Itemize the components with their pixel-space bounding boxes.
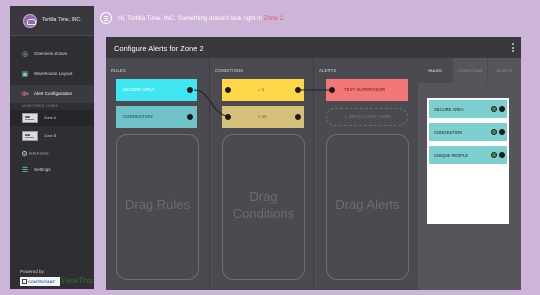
palette-item-unique-people[interactable]: UNIQUE PEOPLE xyxy=(429,146,507,164)
partner-logo: CONTEXTANT xyxy=(20,277,60,286)
brand-name: Tortilla Time, INC. xyxy=(42,17,82,23)
sidebar-item-overview-zones[interactable]: ◎ Overview Zones xyxy=(10,45,94,63)
sidebar-item-alert-configuration[interactable]: ⟴ Alert Configuration xyxy=(10,85,94,103)
tab-conditions[interactable]: CONDITIONS xyxy=(452,58,487,83)
palette-item-congestion[interactable]: CONGESTION xyxy=(429,123,507,141)
zone-label: Zone A xyxy=(44,116,57,120)
palette-list: SECURE AREA CONGESTION UNIQUE PEOPLE xyxy=(427,98,509,224)
status-dot xyxy=(491,106,497,112)
zone-item-a[interactable]: Zone A xyxy=(10,110,94,126)
tab-alerts[interactable]: ALERTS xyxy=(487,58,521,83)
palette-item-label: SECURE AREA xyxy=(434,107,464,112)
palette-item-secure-area[interactable]: SECURE AREA xyxy=(429,100,507,118)
tab-rules[interactable]: RULES xyxy=(418,58,452,83)
add-zone-button[interactable]: + Add A Zone xyxy=(22,151,49,156)
palette-item-label: UNIQUE PEOPLE xyxy=(434,153,469,158)
connector-dot[interactable] xyxy=(499,106,505,112)
zone-item-b[interactable]: Zone B xyxy=(10,128,94,144)
palette-item-label: CONGESTION xyxy=(434,130,463,135)
layout-icon: ▣ xyxy=(21,70,29,78)
plus-icon: + xyxy=(22,151,27,156)
partner-name: CONTEXTANT xyxy=(28,279,56,284)
zone-thumbnail xyxy=(22,113,38,123)
palette-panel: RULES CONDITIONS ALERTS SECURE AREA CONG… xyxy=(418,58,521,290)
sidebar-item-label: Settings xyxy=(34,167,51,172)
sidebar: Tortilla Time, INC. ◎ Overview Zones ▣ W… xyxy=(10,6,94,289)
sidebar-item-settings[interactable]: ☰ Settings xyxy=(10,161,94,179)
sliders-icon: ☰ xyxy=(21,166,29,174)
brand-header: Tortilla Time, INC. xyxy=(10,6,94,36)
zone-label: Zone B xyxy=(44,134,57,138)
banner-zone-link[interactable]: Zone 2. xyxy=(264,15,285,22)
zone-thumbnail xyxy=(22,131,38,141)
status-dot xyxy=(491,129,497,135)
add-zone-label: Add A Zone xyxy=(29,151,49,156)
globe-icon: ◎ xyxy=(21,50,29,58)
sidebar-item-label: Overview Zones xyxy=(34,51,68,56)
configure-alerts-panel: Configure Alerts for Zone 2 RULES SECURE… xyxy=(106,37,521,290)
monitored-zones-header: MONITORED ZONES xyxy=(22,104,59,108)
checkbox-logo-icon xyxy=(22,279,27,284)
sidebar-item-label: Warehouse Layout xyxy=(34,71,73,76)
alert-icon: ⟴ xyxy=(21,90,30,98)
partner-brand: ViewTrac xyxy=(61,277,95,285)
brand-logo-icon xyxy=(23,14,37,28)
status-dot xyxy=(491,152,497,158)
connector-dot[interactable] xyxy=(499,152,505,158)
sidebar-item-warehouse-layout[interactable]: ▣ Warehouse Layout xyxy=(10,65,94,83)
notification-banner: Hi, Tortilla Time, INC. Something doesn'… xyxy=(118,15,285,22)
menu-toggle-button[interactable] xyxy=(100,12,112,24)
powered-by-label: Powered by: xyxy=(20,269,46,274)
banner-text: Hi, Tortilla Time, INC. Something doesn'… xyxy=(118,15,263,22)
connector-dot[interactable] xyxy=(499,129,505,135)
sidebar-item-label: Alert Configuration xyxy=(34,91,73,96)
